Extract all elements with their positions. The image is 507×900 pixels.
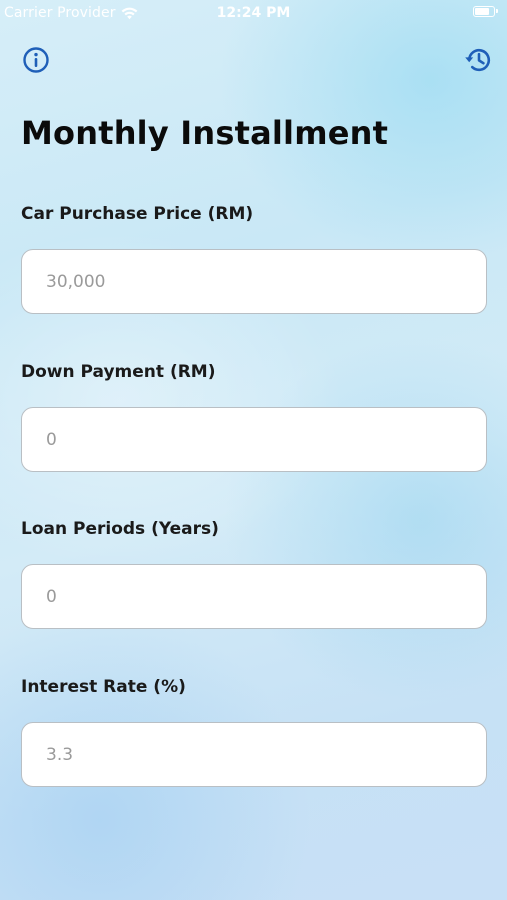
page-title: Monthly Installment xyxy=(21,114,389,152)
car-price-input[interactable] xyxy=(21,249,487,314)
car-price-label: Car Purchase Price (RM) xyxy=(21,204,254,224)
info-circle-icon xyxy=(23,47,49,73)
status-bar: Carrier Provider 12:24 PM xyxy=(0,0,507,28)
loan-period-label: Loan Periods (Years) xyxy=(21,519,219,539)
history-icon xyxy=(465,48,491,72)
info-button[interactable] xyxy=(20,44,52,76)
status-time: 12:24 PM xyxy=(216,5,291,21)
down-payment-label: Down Payment (RM) xyxy=(21,362,216,382)
interest-rate-label: Interest Rate (%) xyxy=(21,677,186,697)
down-payment-input[interactable] xyxy=(21,407,487,472)
battery-level xyxy=(475,8,489,15)
history-button[interactable] xyxy=(462,44,494,76)
interest-rate-input[interactable] xyxy=(21,722,487,787)
loan-period-input[interactable] xyxy=(21,564,487,629)
battery-icon xyxy=(473,6,498,17)
